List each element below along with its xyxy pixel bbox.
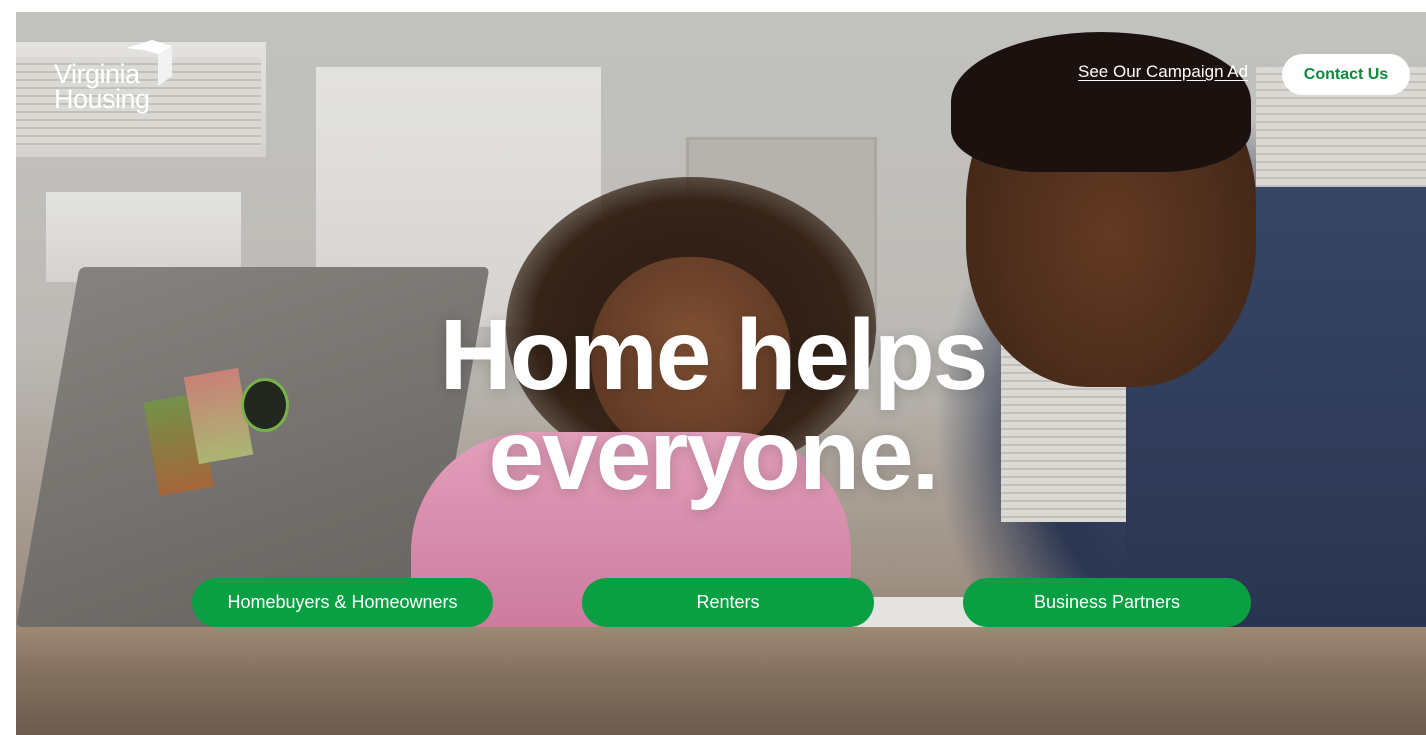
logo-line-2: Housing <box>54 84 150 114</box>
hero-headline: Home helps everyone. <box>0 305 1426 505</box>
homebuyers-homeowners-button[interactable]: Homebuyers & Homeowners <box>192 578 493 627</box>
headline-line-2: everyone. <box>488 399 940 511</box>
virginia-housing-logo[interactable]: Virginia Housing <box>54 40 184 120</box>
campaign-ad-link[interactable]: See Our Campaign Ad <box>1078 62 1248 82</box>
headline-line-1: Home helps <box>439 299 989 411</box>
contact-us-button[interactable]: Contact Us <box>1282 54 1410 95</box>
renters-button[interactable]: Renters <box>582 578 874 627</box>
logo-wordmark: Virginia Housing <box>54 61 150 114</box>
business-partners-button[interactable]: Business Partners <box>963 578 1251 627</box>
